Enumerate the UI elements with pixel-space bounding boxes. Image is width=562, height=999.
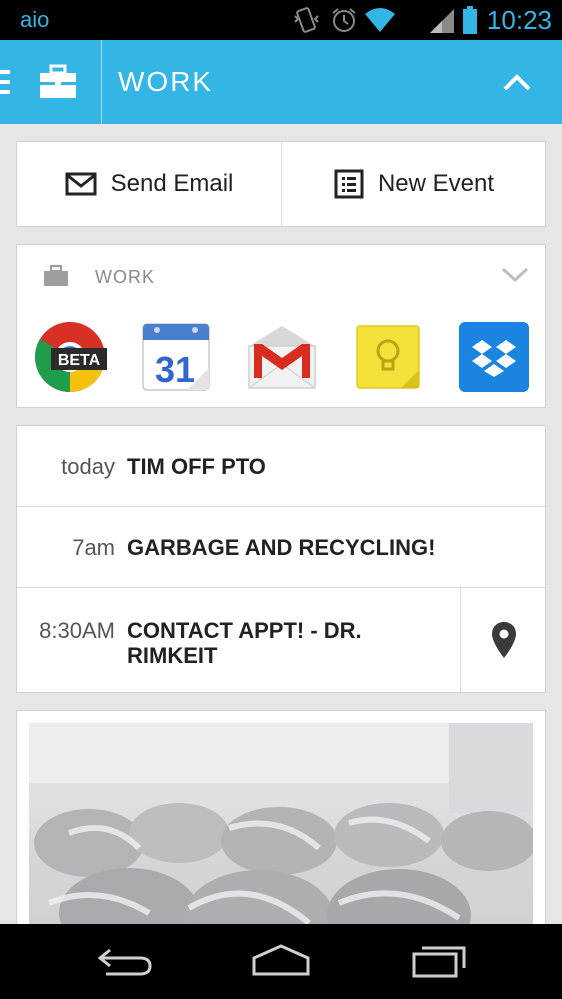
calendar-icon[interactable]: 31	[139, 320, 213, 394]
event-time: 8:30AM	[39, 618, 115, 643]
event-time: today	[61, 454, 115, 479]
location-pin-icon[interactable]	[491, 621, 517, 659]
status-bar: aio 10:23	[0, 0, 562, 40]
gmail-icon[interactable]	[245, 320, 319, 394]
new-event-button[interactable]: New Event	[282, 142, 546, 226]
marbles-photo	[29, 723, 533, 949]
event-title: GARBAGE AND RECYCLING!	[127, 535, 436, 560]
events-card: today TIM OFF PTO 7am GARBAGE AND RECYCL…	[16, 425, 546, 693]
send-email-label: Send Email	[110, 170, 234, 197]
status-clock: 10:23	[486, 5, 552, 35]
navigation-bar	[0, 924, 562, 999]
back-icon[interactable]	[96, 940, 154, 980]
calendar-list-icon	[334, 169, 364, 199]
photo-card[interactable]	[16, 710, 546, 950]
recent-apps-icon[interactable]	[410, 940, 468, 980]
event-title: TIM OFF PTO	[127, 454, 266, 479]
page-title: WORK	[118, 66, 214, 97]
chevron-down-icon[interactable]	[501, 267, 529, 283]
battery-icon	[463, 6, 477, 34]
wifi-icon	[365, 8, 395, 32]
work-apps-card: WORK BETA 31	[16, 244, 546, 408]
menu-icon[interactable]	[0, 68, 12, 96]
alarm-icon	[332, 8, 356, 32]
action-bar: WORK	[0, 40, 562, 124]
apps-card-title: WORK	[95, 267, 155, 287]
chrome-beta-badge: BETA	[58, 352, 101, 369]
action-bar-divider	[101, 40, 102, 124]
event-action-divider	[460, 588, 461, 692]
marbles-image	[29, 723, 533, 949]
keep-icon[interactable]	[351, 320, 425, 394]
new-event-label: New Event	[377, 170, 495, 197]
status-app-label: aio	[20, 7, 50, 32]
dropbox-icon[interactable]	[457, 320, 531, 394]
event-title-line-1: CONTACT APPT! - DR.	[127, 618, 362, 643]
event-time: 7am	[72, 535, 115, 560]
chevron-up-icon[interactable]	[502, 72, 532, 92]
mail-icon	[65, 172, 97, 196]
signal-icon	[430, 9, 454, 33]
briefcase-icon	[44, 265, 68, 286]
event-row[interactable]: 7am GARBAGE AND RECYCLING!	[17, 507, 545, 588]
briefcase-icon[interactable]	[38, 64, 78, 100]
vibrate-icon	[294, 7, 319, 33]
event-row[interactable]: today TIM OFF PTO	[17, 426, 545, 507]
home-icon[interactable]	[250, 940, 312, 980]
event-title-line-2: RIMKEIT	[127, 643, 218, 668]
event-row[interactable]: 8:30AM CONTACT APPT! - DR. RIMKEIT	[17, 588, 545, 692]
quick-actions-card: Send Email New Event	[16, 141, 546, 227]
send-email-button[interactable]: Send Email	[17, 142, 281, 226]
chrome-beta-icon[interactable]: BETA	[33, 320, 107, 394]
calendar-day-number: 31	[155, 349, 195, 390]
